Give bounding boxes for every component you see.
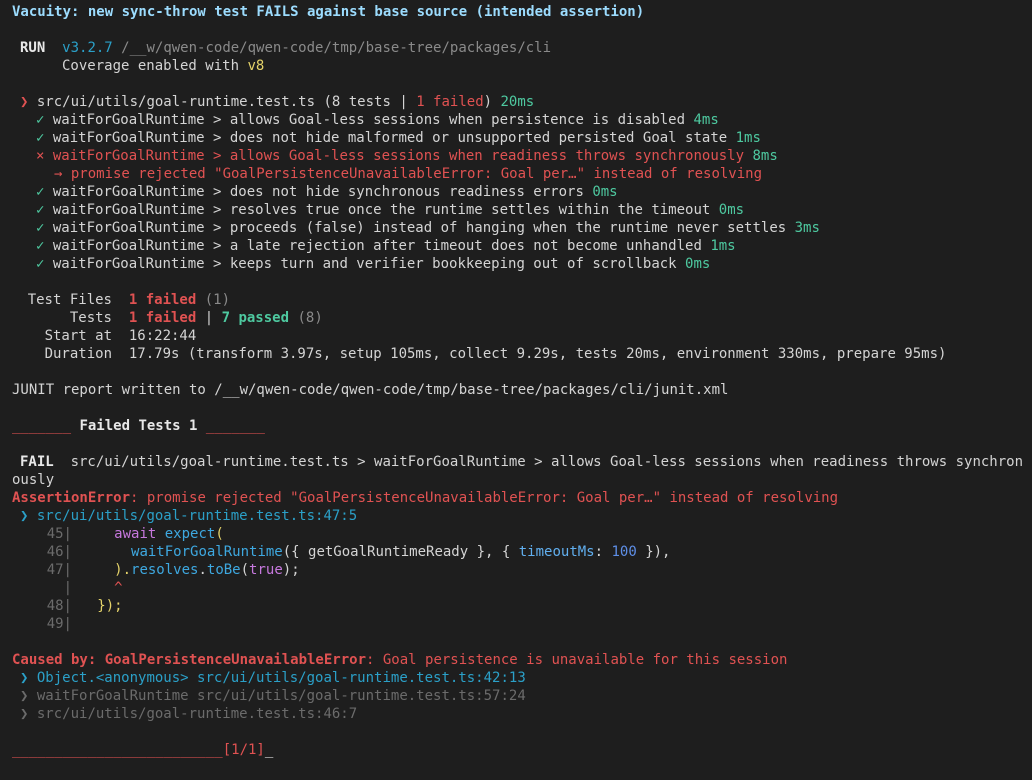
run-label: RUN (20, 40, 46, 56)
test-row: ✓ waitForGoalRuntime > resolves true onc… (12, 201, 1020, 219)
test-name: waitForGoalRuntime > keeps turn and veri… (52, 256, 677, 272)
failure-detail: → promise rejected "GoalPersistenceUnava… (54, 166, 763, 182)
check-icon: ✓ (36, 238, 45, 254)
code-caret-line: | ^ (63, 580, 123, 596)
test-time: 0ms (592, 184, 618, 200)
run-path: /__w/qwen-code/qwen-code/tmp/base-tree/p… (121, 40, 552, 56)
summary-label: Test Files (27, 292, 112, 308)
check-icon: ✓ (36, 184, 45, 200)
check-icon: ✓ (36, 220, 45, 236)
cross-icon: × (36, 148, 45, 164)
test-time: 4ms (693, 112, 719, 128)
caret-icon: ^ (114, 580, 123, 596)
summary-label: Duration (44, 346, 112, 362)
fail-path: src/ui/utils/goal-runtime.test.ts > wait… (70, 454, 1024, 470)
test-time: 8ms (752, 148, 778, 164)
fail-line: FAIL src/ui/utils/goal-runtime.test.ts >… (12, 453, 1024, 471)
stack-frame[interactable]: ❯ src/ui/utils/goal-runtime.test.ts:46:7 (12, 705, 1020, 723)
test-row: ✓ waitForGoalRuntime > allows Goal-less … (12, 111, 1020, 129)
test-row: ✓ waitForGoalRuntime > a late rejection … (12, 237, 1020, 255)
heading: Vacuity: new sync-throw test FAILS again… (12, 4, 645, 20)
assertion-error: AssertionError: promise rejected "GoalPe… (12, 490, 839, 506)
test-time: 1ms (710, 238, 736, 254)
test-time: 3ms (794, 220, 820, 236)
test-row: ✓ waitForGoalRuntime > keeps turn and ve… (12, 255, 1020, 273)
junit-line: JUNIT report written to /__w/qwen-code/q… (12, 382, 729, 398)
test-row: ✓ waitForGoalRuntime > proceeds (false) … (12, 219, 1020, 237)
test-name: waitForGoalRuntime > proceeds (false) in… (52, 220, 787, 236)
stack-frame[interactable]: ❯ waitForGoalRuntime src/ui/utils/goal-r… (12, 687, 1020, 705)
summary-start: Start at 16:22:44 (12, 327, 1020, 345)
caused-by: Caused by: GoalPersistenceUnavailableErr… (12, 652, 788, 668)
check-icon: ✓ (36, 112, 45, 128)
summary-label: Tests (69, 310, 112, 326)
run-version: v3.2.7 (62, 40, 113, 56)
test-name: waitForGoalRuntime > does not hide synch… (52, 184, 584, 200)
test-time: 0ms (718, 202, 745, 218)
check-icon: ✓ (36, 130, 45, 146)
test-row-failed: × waitForGoalRuntime > allows Goal-less … (12, 147, 1020, 165)
test-time: 1ms (735, 130, 761, 146)
test-name: waitForGoalRuntime > a late rejection af… (52, 238, 702, 254)
test-name: waitForGoalRuntime > resolves true once … (52, 202, 711, 218)
summary-duration: Duration 17.79s (transform 3.97s, setup … (12, 345, 1020, 363)
check-icon: ✓ (36, 202, 45, 218)
summary-tests: Tests 1 failed | 7 passed (8) (12, 309, 1020, 327)
coverage-tool: v8 (247, 58, 265, 74)
test-time: 0ms (685, 256, 711, 272)
test-row: ✓ waitForGoalRuntime > does not hide syn… (12, 183, 1020, 201)
coverage-line: Coverage enabled with v8 (62, 58, 265, 74)
test-name: waitForGoalRuntime > allows Goal-less se… (52, 148, 745, 164)
code-line: 48| }); (46, 598, 123, 614)
failed-tests-header: _______ Failed Tests 1 _______ (12, 418, 265, 434)
fail-path-wrap: ously (12, 472, 55, 488)
chevron-right-icon: ❯ (20, 688, 29, 704)
suite-line: ❯ src/ui/utils/goal-runtime.test.ts (8 t… (20, 94, 535, 110)
stack-frame[interactable]: ❯ Object.<anonymous> src/ui/utils/goal-r… (12, 669, 1020, 687)
code-line: 47| ).resolves.toBe(true); (46, 562, 300, 578)
chevron-right-icon: ❯ (20, 706, 29, 722)
suite-file: src/ui/utils/goal-runtime.test.ts (36, 94, 316, 110)
summary-label: Start at (44, 328, 112, 344)
footer-counter: [1/1] (222, 742, 265, 758)
failed-tests-title: Failed Tests 1 (79, 418, 198, 434)
footer-bar: _________________________[1/1]_ (12, 742, 274, 758)
test-row: ✓ waitForGoalRuntime > does not hide mal… (12, 129, 1020, 147)
run-line: RUN v3.2.7 /__w/qwen-code/qwen-code/tmp/… (12, 39, 1020, 57)
suite-failed-count: 1 failed (416, 94, 484, 110)
suite-duration: 20ms (500, 94, 535, 110)
suite-marker-icon: ❯ (20, 94, 29, 110)
terminal-output: Vacuity: new sync-throw test FAILS again… (0, 0, 1032, 780)
check-icon: ✓ (36, 256, 45, 272)
error-location: src/ui/utils/goal-runtime.test.ts:47:5 (36, 508, 358, 524)
chevron-right-icon: ❯ (20, 508, 29, 524)
test-name: waitForGoalRuntime > allows Goal-less se… (52, 112, 686, 128)
fail-label: FAIL (20, 454, 54, 470)
code-line: 46| waitForGoalRuntime({ getGoalRuntimeR… (46, 544, 671, 560)
summary-test-files: Test Files 1 failed (1) (12, 291, 1020, 309)
code-line: 45| await expect( (46, 526, 224, 542)
chevron-right-icon: ❯ (20, 670, 29, 686)
error-location-link[interactable]: ❯ src/ui/utils/goal-runtime.test.ts:47:5 (12, 507, 1020, 525)
test-name: waitForGoalRuntime > does not hide malfo… (52, 130, 728, 146)
code-line: 49| (46, 616, 72, 632)
